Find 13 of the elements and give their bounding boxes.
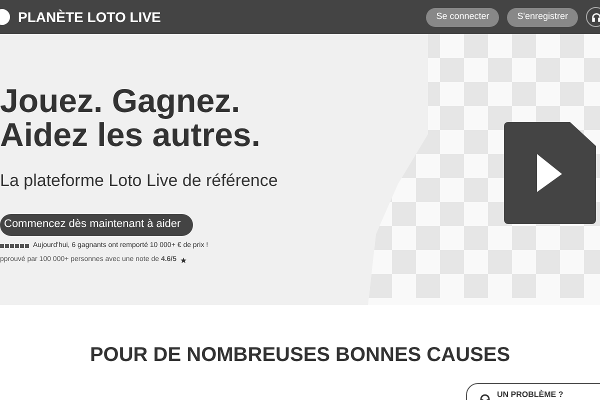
video-file-icon [504,122,596,224]
hero-title: Jouez. Gagnez. [0,84,240,118]
headset-icon [590,12,600,22]
cta-button[interactable]: Commencez dès maintenant à aider [0,214,193,236]
star-icon [180,256,187,264]
help-title: UN PROBLÈME ? [497,389,564,400]
header-button[interactable]: Se connecter [426,8,500,26]
header-button[interactable]: S'enregistrer [507,8,578,26]
section-heading: POUR DE NOMBREUSES BONNES CAUSES [90,343,510,368]
hero-title: Aidez les autres. [0,118,260,152]
hero-subtitle: La plateforme Loto Live de référence [0,170,278,192]
support-button[interactable] [586,7,600,27]
brand-name: PLANÈTE LOTO LIVE [18,8,161,26]
